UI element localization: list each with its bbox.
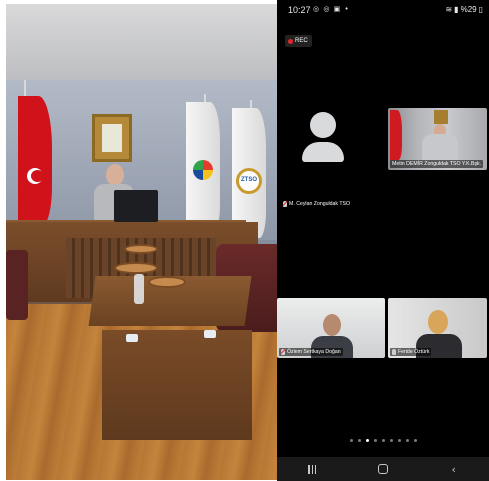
- record-dot-icon: [288, 38, 293, 44]
- page-dot[interactable]: [389, 439, 393, 442]
- participant-name-tag: M. Ceylan Zonguldak TSO: [283, 201, 350, 207]
- wall-portrait: [434, 110, 448, 124]
- office-photo: [6, 4, 277, 480]
- participant-name: Özlem Sertkaya Doğan: [287, 349, 341, 355]
- page-indicator[interactable]: [277, 439, 489, 442]
- turkish-flag: [18, 96, 52, 226]
- recording-label: REC: [295, 38, 308, 44]
- flag-in-video: [390, 110, 402, 160]
- water-bottle: [134, 274, 144, 304]
- laptop: [114, 190, 158, 222]
- cup: [204, 330, 216, 338]
- person-head: [106, 164, 124, 186]
- participant-name-tag: Özlem Sertkaya Doğan: [279, 348, 343, 356]
- plate: [114, 262, 158, 274]
- recording-badge[interactable]: REC: [285, 35, 312, 47]
- participant-name: Feride Öztürk: [398, 349, 430, 355]
- participant-head: [428, 310, 448, 334]
- recents-button[interactable]: [297, 459, 327, 479]
- ceiling: [6, 4, 277, 80]
- participant-body: [422, 134, 458, 162]
- armchair-left: [6, 250, 28, 320]
- participant-name: M. Ceylan Zonguldak TSO: [289, 201, 351, 207]
- page-dot[interactable]: [405, 439, 409, 442]
- cup: [126, 334, 138, 342]
- home-button[interactable]: [368, 459, 398, 479]
- page-dot-active[interactable]: [365, 439, 369, 442]
- participant-name-tag: Metin DEMİR Zonguldak TSO Y.K.Bşk.: [390, 160, 484, 168]
- wifi-icon: ≋: [445, 5, 453, 14]
- android-nav-bar: ‹: [277, 457, 489, 481]
- participant-tile-video[interactable]: Metin DEMİR Zonguldak TSO Y.K.Bşk.: [388, 108, 487, 170]
- page-dot[interactable]: [397, 439, 401, 442]
- status-time: 10:27: [288, 5, 311, 15]
- page-dot[interactable]: [373, 439, 377, 442]
- participant-head: [323, 314, 341, 336]
- plate: [124, 244, 158, 254]
- back-icon: ‹: [451, 462, 456, 476]
- plate: [148, 276, 186, 288]
- video-call-screen: 10:27 ◎ ◎ ▣ • ≋ ▮ %29 ▯ REC M. Ceylan Zo…: [277, 0, 489, 481]
- mic-muted-icon: [283, 201, 287, 207]
- wall-portrait: [92, 114, 132, 162]
- tobb-logo-icon: [193, 160, 213, 180]
- recents-icon: [308, 464, 317, 474]
- person-avatar-icon: [302, 142, 344, 162]
- ztso-logo-icon: [236, 168, 262, 194]
- home-icon: [377, 464, 388, 474]
- participant-tile-avatar[interactable]: [289, 100, 375, 196]
- mic-muted-icon: [281, 349, 285, 355]
- notification-icons: ◎ ◎ ▣ •: [313, 5, 350, 13]
- mic-icon: [392, 349, 396, 355]
- battery-icon: ▯: [478, 5, 483, 14]
- participant-name: Metin DEMİR Zonguldak TSO Y.K.Bşk.: [392, 161, 482, 167]
- status-right: ≋ ▮ %29 ▯: [445, 5, 483, 14]
- tobb-flag: [186, 102, 220, 232]
- page-dot[interactable]: [357, 439, 361, 442]
- person-avatar-icon: [310, 112, 336, 138]
- battery-level: %29: [460, 5, 477, 14]
- page-dot[interactable]: [349, 439, 353, 442]
- signal-icon: ▮: [454, 5, 459, 14]
- back-button[interactable]: ‹: [439, 459, 469, 479]
- page-dot[interactable]: [413, 439, 417, 442]
- page-dot[interactable]: [381, 439, 385, 442]
- ztso-flag: [232, 108, 266, 238]
- status-bar: 10:27 ◎ ◎ ▣ • ≋ ▮ %29 ▯: [277, 0, 489, 20]
- participant-tile-video[interactable]: Feride Öztürk: [388, 298, 487, 358]
- participant-name-tag: Feride Öztürk: [390, 348, 432, 356]
- composite-image: 10:27 ◎ ◎ ▣ • ≋ ▮ %29 ▯ REC M. Ceylan Zo…: [0, 0, 489, 481]
- coffee-table-base: [102, 330, 252, 440]
- participant-tile-video[interactable]: Özlem Sertkaya Doğan: [277, 298, 385, 358]
